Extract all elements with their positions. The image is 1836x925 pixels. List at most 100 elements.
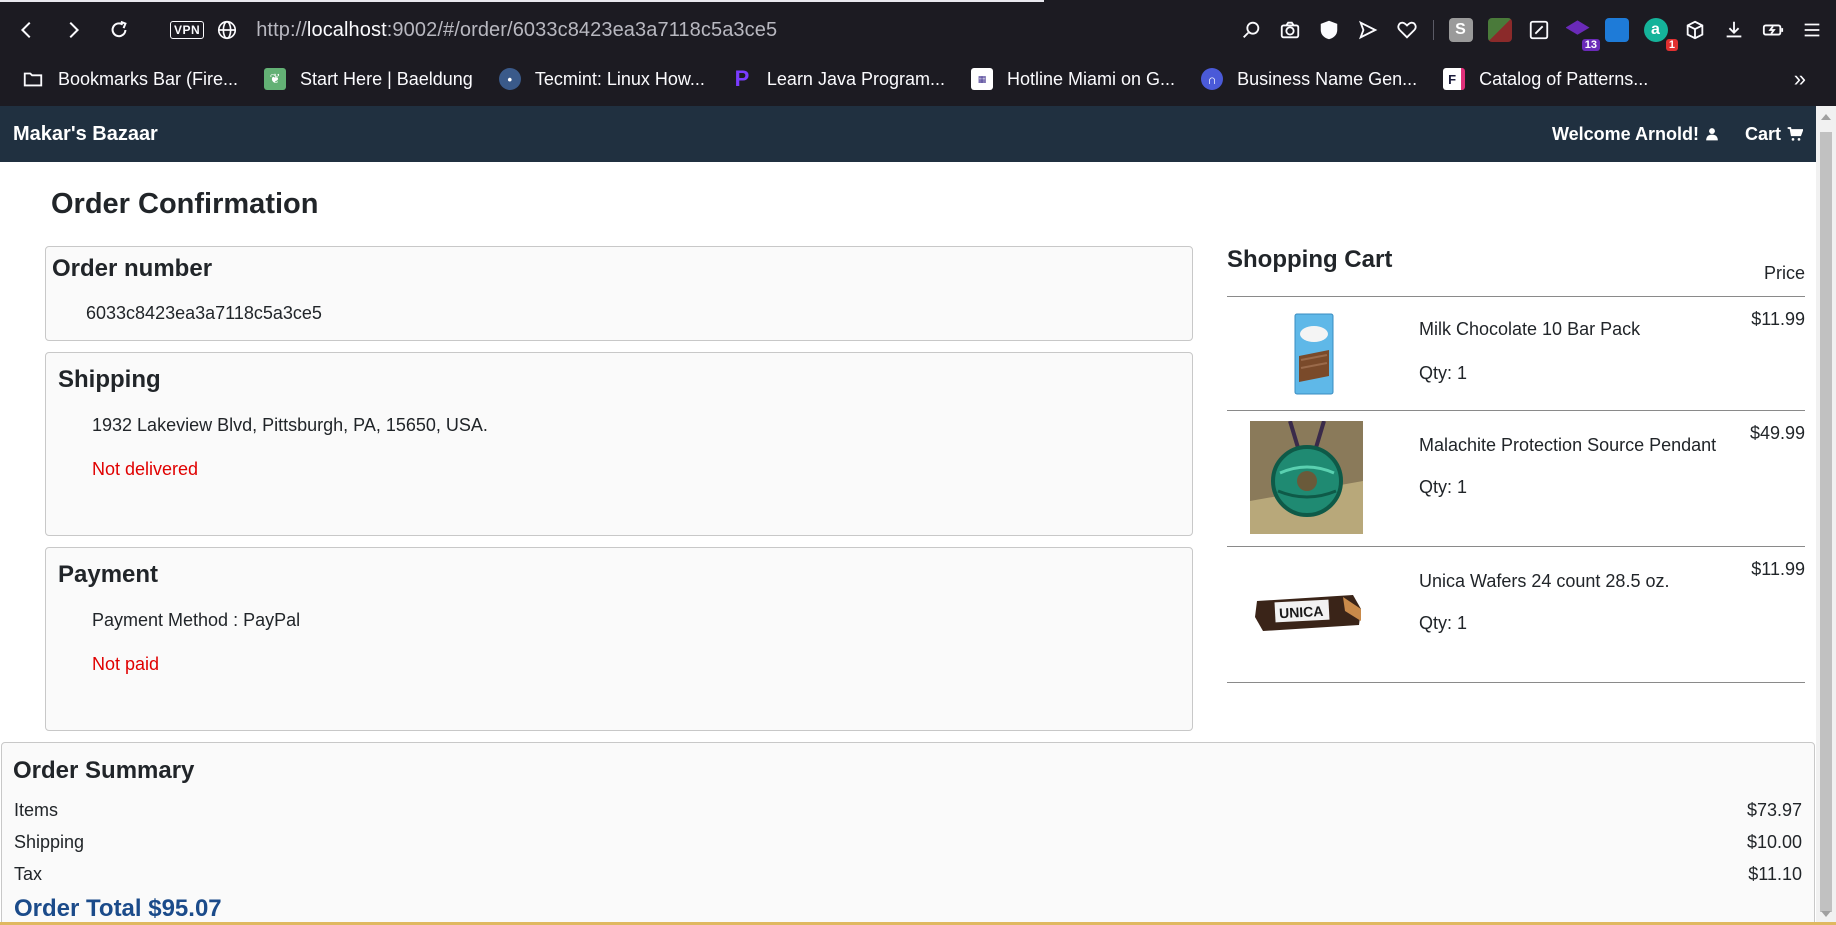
send-icon xyxy=(1358,20,1377,40)
order-summary-card: Order Summary Items $73.97 Shipping $10.… xyxy=(1,742,1815,925)
shield-button[interactable] xyxy=(1316,18,1341,43)
extension-cube[interactable] xyxy=(1487,18,1512,43)
welcome-text: Welcome Arnold! xyxy=(1551,123,1699,144)
scroll-down-arrow-icon[interactable] xyxy=(1821,911,1831,917)
summary-label: Items xyxy=(14,800,59,820)
forward-button[interactable] xyxy=(54,11,92,49)
payment-method: Payment Method : PayPal xyxy=(92,610,301,630)
cart-item-price: $49.99 xyxy=(1749,423,1805,443)
bookmark-learn-java[interactable]: P Learn Java Program... xyxy=(731,66,945,91)
url-suffix: :9002/#/order/6033c8423ea3a7118c5a3ce5 xyxy=(386,18,778,41)
globe-icon xyxy=(218,20,237,40)
cart-item-qty: Qty: 1 xyxy=(1419,363,1468,383)
download-icon xyxy=(1726,21,1741,38)
cart-item-price: $11.99 xyxy=(1751,559,1805,579)
magnet-logo-icon: ∩ xyxy=(1201,68,1224,90)
cart-item-qty: Qty: 1 xyxy=(1419,477,1468,497)
send-button[interactable] xyxy=(1355,18,1380,43)
bookmark-label: Learn Java Program... xyxy=(766,68,945,89)
price-column-header: Price xyxy=(1764,263,1806,283)
extension-s[interactable]: S xyxy=(1448,18,1473,43)
scrollbar-thumb[interactable] xyxy=(1820,132,1832,912)
edit-icon xyxy=(1529,20,1548,40)
extension-edit[interactable] xyxy=(1526,18,1551,43)
cart-item-name[interactable]: Milk Chocolate 10 Bar Pack xyxy=(1419,319,1640,340)
app-navbar: Makar's Bazaar Welcome Arnold! Cart xyxy=(0,106,1816,162)
bookmark-hotline-miami[interactable]: ▦ Hotline Miami on G... xyxy=(971,68,1175,90)
cart-item-name[interactable]: Malachite Protection Source Pendant xyxy=(1419,435,1716,456)
cart-item-name[interactable]: Unica Wafers 24 count 28.5 oz. xyxy=(1419,571,1669,592)
bookmark-label: Tecmint: Linux How... xyxy=(534,68,705,89)
url-prefix: http:// xyxy=(256,18,307,41)
summary-row-tax: Tax $11.10 xyxy=(14,864,1802,885)
bookmark-label: Hotline Miami on G... xyxy=(1007,68,1176,89)
cart-item: Milk Chocolate 10 Bar Pack Qty: 1 $11.99 xyxy=(1227,297,1805,410)
cart-link[interactable]: Cart xyxy=(1745,124,1803,145)
cart-item: Malachite Protection Source Pendant Qty:… xyxy=(1227,411,1805,546)
browser-toolbar: S 13 a1 xyxy=(1238,4,1824,56)
pendant-product-image[interactable] xyxy=(1250,421,1363,534)
search-page-button[interactable] xyxy=(1238,18,1263,43)
shopping-cart-icon xyxy=(1787,127,1803,141)
reload-icon xyxy=(111,20,127,38)
extension-grammarly[interactable]: a1 xyxy=(1643,18,1678,51)
page-scrollbar[interactable] xyxy=(1816,106,1836,925)
cube-extension-icon xyxy=(1487,18,1512,42)
battery-icon xyxy=(1762,24,1783,36)
order-number-card: Order number 6033c8423ea3a7118c5a3ce5 xyxy=(45,246,1193,341)
battery-button[interactable] xyxy=(1760,18,1785,43)
user-icon xyxy=(1706,128,1718,141)
folder-icon xyxy=(22,68,44,90)
svg-text:UNICA: UNICA xyxy=(1279,603,1324,621)
bookmark-label: Start Here | Baeldung xyxy=(300,68,473,89)
user-menu-link[interactable]: Welcome Arnold! xyxy=(1552,124,1719,145)
bookmark-folder[interactable]: Bookmarks Bar (Fire... xyxy=(22,68,238,90)
favorites-button[interactable] xyxy=(1394,18,1419,43)
penguin-icon: • xyxy=(498,68,521,90)
summary-value: $10.00 xyxy=(1746,832,1802,852)
f-logo-icon: F xyxy=(1443,68,1466,90)
more-bookmarks-chevron-icon[interactable]: » xyxy=(1794,66,1806,92)
vpn-badge[interactable]: VPN xyxy=(170,21,205,39)
shipping-address: 1932 Lakeview Blvd, Pittsburgh, PA, 1565… xyxy=(92,415,488,435)
bookmark-label: Catalog of Patterns... xyxy=(1479,68,1649,89)
browser-chrome: VPN http://localhost:9002/#/order/6033c8… xyxy=(0,0,1836,106)
bookmark-tecmint[interactable]: • Tecmint: Linux How... xyxy=(498,68,705,90)
screenshot-button[interactable] xyxy=(1277,18,1302,43)
extension-reader[interactable] xyxy=(1604,18,1629,43)
back-button[interactable] xyxy=(8,11,46,49)
leaf-icon: ❦ xyxy=(264,68,287,90)
reload-button[interactable] xyxy=(100,11,138,49)
p-logo-icon: P xyxy=(734,66,750,91)
bookmark-baeldung[interactable]: ❦ Start Here | Baeldung xyxy=(264,68,473,90)
bookmark-business-name[interactable]: ∩ Business Name Gen... xyxy=(1201,68,1417,90)
cart-item-price: $11.99 xyxy=(1751,309,1805,329)
order-summary-heading: Order Summary xyxy=(13,757,195,784)
wafers-product-image[interactable]: UNICA xyxy=(1253,587,1365,637)
bookmark-catalog-patterns[interactable]: F Catalog of Patterns... xyxy=(1443,68,1648,90)
chocolate-product-image[interactable] xyxy=(1287,310,1341,396)
cart-divider xyxy=(1227,682,1805,683)
extensions-button[interactable] xyxy=(1682,18,1707,43)
summary-row-items: Items $73.97 xyxy=(14,800,1802,821)
summary-value: $11.10 xyxy=(1748,864,1802,884)
summary-label: Shipping xyxy=(14,832,85,852)
delivery-status: Not delivered xyxy=(92,459,199,479)
address-bar[interactable]: http://localhost:9002/#/order/6033c8423e… xyxy=(256,19,777,42)
menu-button[interactable] xyxy=(1799,18,1824,43)
navbar-actions: Welcome Arnold! Cart xyxy=(1526,124,1803,145)
summary-row-shipping: Shipping $10.00 xyxy=(14,832,1802,853)
grammarly-badge: 1 xyxy=(1665,38,1678,51)
grammarly-icon: a xyxy=(1643,18,1668,42)
extension-graduation[interactable]: 13 xyxy=(1565,18,1600,51)
arrow-right-icon xyxy=(69,21,80,39)
scroll-up-arrow-icon[interactable] xyxy=(1821,114,1831,120)
arrow-left-icon xyxy=(20,21,31,39)
cart-item-qty: Qty: 1 xyxy=(1419,613,1468,633)
cart-item: UNICA Unica Wafers 24 count 28.5 oz. Qty… xyxy=(1227,547,1805,682)
book-icon xyxy=(1604,18,1629,42)
camera-icon xyxy=(1280,21,1299,39)
brand-logo-link[interactable]: Makar's Bazaar xyxy=(13,123,158,146)
summary-value: $73.97 xyxy=(1746,800,1802,820)
downloads-button[interactable] xyxy=(1721,18,1746,43)
